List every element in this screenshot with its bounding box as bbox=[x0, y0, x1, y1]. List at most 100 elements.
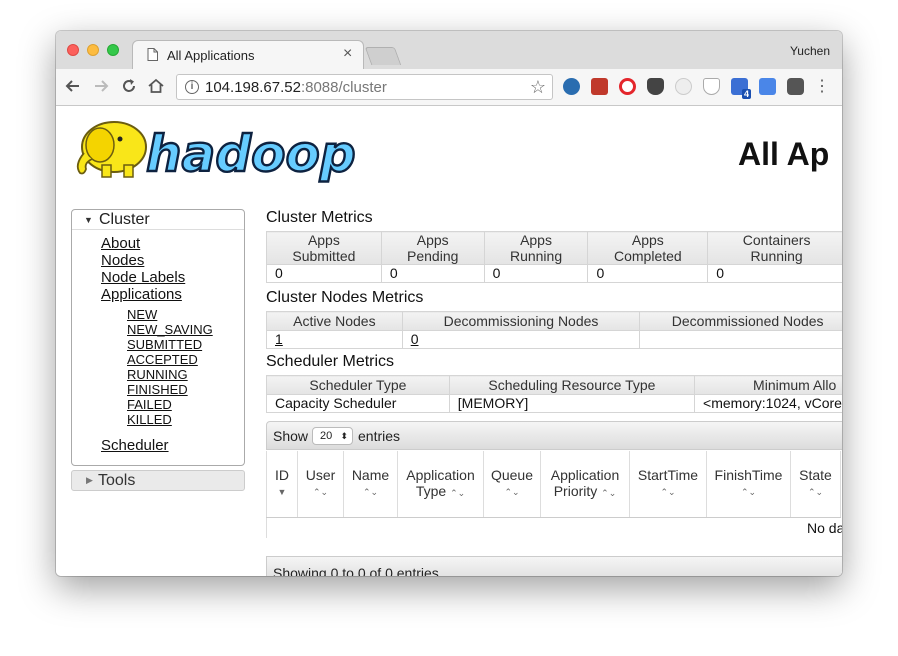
metric-value: [MEMORY] bbox=[449, 394, 696, 413]
metric-value: 0 bbox=[484, 264, 589, 283]
scheduler-metrics-table: Scheduler Type Scheduling Resource Type … bbox=[266, 375, 842, 413]
column-header: Scheduler Type bbox=[266, 375, 450, 395]
column-header: Apps Completed bbox=[587, 231, 709, 265]
app-state-link[interactable]: SUBMITTED bbox=[127, 337, 202, 352]
app-state-link[interactable]: ACCEPTED bbox=[127, 352, 198, 367]
column-header-name[interactable]: Name ⌃⌄ bbox=[343, 451, 398, 518]
extension-red-book-icon[interactable] bbox=[591, 78, 608, 95]
extension-shield-icon[interactable] bbox=[703, 78, 720, 95]
metric-value[interactable]: 1 bbox=[266, 330, 403, 349]
column-header: Containers Running bbox=[707, 231, 842, 265]
column-header: Active Nodes bbox=[266, 311, 403, 331]
minimize-window-button[interactable] bbox=[87, 44, 99, 56]
cluster-label: Cluster bbox=[99, 211, 150, 228]
app-state-link[interactable]: NEW bbox=[127, 307, 157, 322]
select-arrows-icon: ⬍ bbox=[340, 431, 348, 441]
table-info-text: Showing 0 to 0 of 0 entries bbox=[273, 564, 439, 577]
column-header-application-priority[interactable]: Application Priority ⌃⌄ bbox=[540, 451, 630, 518]
hadoop-logo: hadoop bbox=[76, 121, 357, 184]
tab-close-icon[interactable]: × bbox=[343, 45, 352, 63]
svg-text:hadoop: hadoop bbox=[146, 125, 356, 183]
sort-icon: ⌃⌄ bbox=[450, 487, 466, 498]
tools-nav-header[interactable]: ▶ Tools bbox=[71, 470, 245, 491]
browser-window: All Applications × Yuchen i 104.198.67.5… bbox=[56, 31, 842, 576]
reload-icon[interactable] bbox=[120, 77, 138, 95]
sort-icon: ⌃⌄ bbox=[601, 487, 617, 498]
metric-value: 0 bbox=[707, 264, 842, 283]
metric-value: 0 bbox=[381, 264, 485, 283]
cluster-nav-panel: ▼ Cluster About Nodes Node Labels Applic… bbox=[71, 209, 245, 466]
column-header-finishtime[interactable]: FinishTime ⌃⌄ bbox=[706, 451, 791, 518]
column-header: Apps Submitted bbox=[266, 231, 382, 265]
back-icon[interactable] bbox=[64, 77, 82, 95]
column-header: Decommissioning Nodes bbox=[401, 311, 641, 331]
app-state-link[interactable]: FAILED bbox=[127, 397, 172, 412]
star-icon[interactable]: ☆ bbox=[530, 77, 546, 98]
extension-pencil-icon[interactable] bbox=[675, 78, 692, 95]
column-header-user[interactable]: User ⌃⌄ bbox=[297, 451, 344, 518]
page-title: All Ap bbox=[738, 136, 830, 172]
metric-value: 0 bbox=[587, 264, 709, 283]
sort-icon: ⌃⌄ bbox=[362, 487, 379, 498]
info-icon[interactable]: i bbox=[185, 80, 199, 94]
home-icon[interactable] bbox=[147, 77, 165, 95]
metric-value: Capacity Scheduler bbox=[266, 394, 450, 413]
page-content: hadoop All Ap ▼ Cluster About Nodes Node… bbox=[56, 107, 842, 576]
applications-table: ID ▼ User ⌃⌄ Name ⌃⌄ Application Type ⌃⌄ Que… bbox=[266, 451, 841, 518]
menu-icon[interactable]: ⋮ bbox=[814, 78, 830, 95]
metric-value[interactable]: 0 bbox=[402, 330, 641, 349]
app-state-link[interactable]: KILLED bbox=[127, 412, 172, 427]
sidebar-link-applications[interactable]: Applications bbox=[101, 286, 182, 303]
column-header-queue[interactable]: Queue ⌃⌄ bbox=[483, 451, 541, 518]
sidebar: ▼ Cluster About Nodes Node Labels Applic… bbox=[71, 209, 245, 491]
column-header: Apps Running bbox=[483, 231, 589, 265]
show-label: Show bbox=[273, 428, 309, 444]
column-header-id[interactable]: ID ▼ bbox=[266, 451, 298, 518]
nodes-metrics-title: Cluster Nodes Metrics bbox=[266, 289, 424, 306]
extension-translate-icon[interactable] bbox=[759, 78, 776, 95]
app-state-link[interactable]: FINISHED bbox=[127, 382, 188, 397]
column-header-state[interactable]: State ⌃⌄ bbox=[790, 451, 841, 518]
sidebar-link-nodes[interactable]: Nodes bbox=[101, 252, 144, 269]
sort-icon: ⌃⌄ bbox=[312, 487, 329, 498]
close-window-button[interactable] bbox=[67, 44, 79, 56]
column-header-starttime[interactable]: StartTime ⌃⌄ bbox=[629, 451, 707, 518]
sort-icon: ▼ bbox=[277, 487, 287, 498]
tab-strip: All Applications × Yuchen bbox=[56, 31, 842, 69]
column-header: Scheduling Resource Type bbox=[448, 375, 696, 395]
extension-opera-icon[interactable] bbox=[619, 78, 636, 95]
tab-all-applications[interactable]: All Applications × bbox=[132, 40, 364, 69]
extension-puzzle-icon[interactable] bbox=[787, 78, 804, 95]
table-length-control: Show 20 ⬍ entries bbox=[266, 421, 842, 450]
metric-value: 0 bbox=[266, 264, 382, 283]
entries-label: entries bbox=[358, 428, 401, 444]
sidebar-link-scheduler[interactable]: Scheduler bbox=[101, 437, 169, 454]
forward-icon[interactable] bbox=[92, 77, 110, 95]
profile-name[interactable]: Yuchen bbox=[790, 44, 830, 58]
active-nodes-link[interactable]: 1 bbox=[275, 331, 283, 347]
decommissioning-nodes-link[interactable]: 0 bbox=[411, 331, 419, 347]
maximize-window-button[interactable] bbox=[107, 44, 119, 56]
extension-mail-icon[interactable]: 4 bbox=[731, 78, 751, 99]
extension-badge: 4 bbox=[741, 89, 751, 99]
app-state-link[interactable]: RUNNING bbox=[127, 367, 188, 382]
address-bar[interactable]: i 104.198.67.52:8088/cluster ☆ bbox=[176, 74, 553, 100]
column-header: Minimum Allo bbox=[694, 375, 842, 395]
sort-icon: ⌃⌄ bbox=[504, 487, 520, 498]
url-text: 104.198.67.52:8088/cluster bbox=[205, 79, 387, 96]
sidebar-link-about[interactable]: About bbox=[101, 235, 140, 252]
table-info-bar: Showing 0 to 0 of 0 entries bbox=[266, 555, 842, 577]
column-header-application-type[interactable]: Application Type ⌃⌄ bbox=[397, 451, 484, 518]
expand-triangle-icon: ▶ bbox=[86, 475, 93, 485]
app-state-link[interactable]: NEW_SAVING bbox=[127, 322, 213, 337]
extension-pocket-icon[interactable] bbox=[647, 78, 664, 95]
new-tab-button[interactable] bbox=[364, 47, 402, 65]
empty-table-message: No da bbox=[807, 519, 842, 536]
page-size-select[interactable]: 20 ⬍ bbox=[312, 427, 353, 445]
extension-blue-circle-icon[interactable] bbox=[563, 78, 580, 95]
sort-icon: ⌃⌄ bbox=[660, 487, 676, 498]
sidebar-link-node-labels[interactable]: Node Labels bbox=[101, 269, 185, 286]
cluster-nav-header[interactable]: ▼ Cluster bbox=[72, 210, 244, 230]
column-header: Apps Pending bbox=[380, 231, 485, 265]
metric-value: <memory:1024, vCore bbox=[694, 394, 842, 413]
